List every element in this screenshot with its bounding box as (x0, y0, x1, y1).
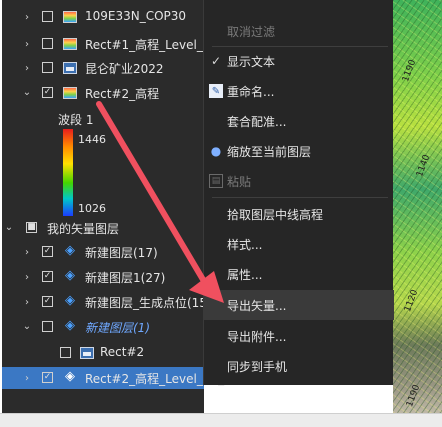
layer-label: 新建图层1(27) (85, 271, 166, 285)
menu-item-export-vector[interactable]: 导出矢量... (204, 290, 394, 320)
layers-stack-icon: ◈ (65, 293, 75, 308)
collapse-chevron-icon[interactable]: ⌄ (4, 222, 14, 233)
layer-checkbox[interactable] (42, 38, 53, 49)
menu-separator (212, 197, 388, 198)
layer-checkbox-checked[interactable]: ✓ (42, 87, 53, 98)
layers-stack-icon: ◈ (65, 268, 75, 283)
contour-label: 1190 (405, 383, 423, 409)
legend-min-value: 1026 (78, 202, 106, 215)
layer-label: 昆仑矿业2022 (85, 62, 164, 76)
contour-label: 1190 (401, 58, 419, 84)
contour-label: 1120 (403, 288, 421, 314)
context-menu: 取消过滤 ✓ 显示文本 ✎ 重命名... 套合配准... ● 缩放至当前图层 ▤… (203, 0, 394, 385)
expand-chevron-icon[interactable]: › (22, 247, 32, 258)
layer-checkbox-checked[interactable]: ✓ (42, 372, 53, 383)
check-icon: ✓ (210, 54, 222, 68)
expand-chevron-icon[interactable]: › (22, 39, 32, 50)
menu-item-registration[interactable]: 套合配准... (204, 106, 394, 136)
layer-row-4[interactable]: ⌄ ✓ Rect#2_高程 (2, 82, 204, 104)
group-checkbox-partial[interactable]: ■ (26, 222, 37, 233)
layer-label: Rect#2_高程 (85, 87, 160, 101)
vector-row-2[interactable]: › ✓ ◈ 新建图层1(27) (2, 266, 204, 288)
legend-title: 波段 1 (58, 113, 94, 127)
layer-checkbox[interactable] (42, 11, 53, 22)
rename-icon: ✎ (209, 84, 223, 98)
raster-icon (63, 87, 77, 99)
expand-chevron-icon[interactable]: › (22, 63, 32, 74)
image-icon (63, 62, 77, 74)
vector-row-3[interactable]: › ✓ ◈ 新建图层_生成点位(15) (2, 291, 212, 313)
status-bar (0, 413, 442, 427)
rectangle-feature-icon (80, 347, 94, 359)
selected-layer-row[interactable]: › ✓ ◈ Rect#2_高程_Level_16_ (2, 367, 224, 389)
layer-row-2[interactable]: › Rect#1_高程_Level_16 (2, 33, 218, 55)
legend-max-value: 1446 (78, 133, 106, 146)
menu-item-properties[interactable]: 属性... (204, 259, 394, 289)
paste-icon: ▤ (209, 174, 223, 188)
expand-chevron-icon[interactable]: › (22, 12, 32, 23)
collapse-chevron-icon[interactable]: ⌄ (22, 321, 32, 332)
layer-row-3[interactable]: › 昆仑矿业2022 (2, 57, 204, 79)
legend-color-ramp (63, 129, 73, 216)
layer-label: 新建图层_生成点位(15) (85, 296, 212, 310)
feature-checkbox[interactable] (60, 347, 71, 358)
menu-item-sync-to-phone[interactable]: 同步到手机 (204, 351, 394, 381)
raster-icon (63, 11, 77, 23)
raster-icon (63, 38, 77, 50)
feature-label: Rect#2 (100, 345, 145, 359)
menu-item-show-text[interactable]: ✓ 显示文本 (204, 46, 394, 76)
app-window: › 109E33N_COP30 › Rect#1_高程_Level_16 › 昆… (0, 0, 442, 427)
expand-chevron-icon[interactable]: › (22, 297, 32, 308)
collapse-chevron-icon[interactable]: ⌄ (22, 87, 32, 98)
vector-group-row[interactable]: ⌄ ■ 我的矢量图层 (2, 217, 204, 239)
layer-tree-panel: › 109E33N_COP30 › Rect#1_高程_Level_16 › 昆… (2, 0, 224, 421)
map-view[interactable]: 1190 1140 1120 1190 (393, 0, 442, 421)
menu-item-rename[interactable]: ✎ 重命名... (204, 76, 394, 106)
user-icon: ● (210, 144, 222, 158)
layer-label: 新建图层(1) (85, 321, 150, 335)
feature-row[interactable]: Rect#2 (2, 342, 204, 364)
menu-item-zoom-to-layer[interactable]: ● 缩放至当前图层 (204, 136, 394, 166)
layer-label: 新建图层(17) (85, 246, 158, 260)
layers-stack-icon: ◈ (65, 369, 75, 384)
contour-label: 1140 (415, 153, 433, 179)
layers-stack-icon: ◈ (65, 243, 75, 258)
layer-label: 109E33N_COP30 (85, 9, 187, 23)
layer-checkbox-checked[interactable]: ✓ (42, 296, 53, 307)
layers-stack-icon: ◈ (65, 318, 75, 333)
menu-item-style[interactable]: 样式... (204, 229, 394, 259)
group-label: 我的矢量图层 (47, 222, 120, 236)
menu-item-pick-elevation[interactable]: 拾取图层中线高程 (204, 199, 394, 229)
menu-item-clear-filter[interactable]: 取消过滤 (204, 16, 394, 46)
vector-row-1[interactable]: › ✓ ◈ 新建图层(17) (2, 241, 204, 263)
layer-checkbox-checked[interactable]: ✓ (42, 271, 53, 282)
layer-checkbox-checked[interactable]: ✓ (42, 246, 53, 257)
layer-checkbox[interactable] (42, 62, 53, 73)
menu-item-export-attachment[interactable]: 导出附件... (204, 321, 394, 351)
layer-checkbox[interactable] (42, 321, 53, 332)
layer-row-1[interactable]: › 109E33N_COP30 (2, 6, 204, 28)
layer-label: Rect#1_高程_Level_16 (85, 38, 219, 52)
expand-chevron-icon[interactable]: › (22, 373, 32, 384)
vector-row-4[interactable]: ⌄ ◈ 新建图层(1) (2, 316, 204, 338)
menu-item-paste[interactable]: ▤ 粘贴 (204, 166, 394, 196)
expand-chevron-icon[interactable]: › (22, 272, 32, 283)
